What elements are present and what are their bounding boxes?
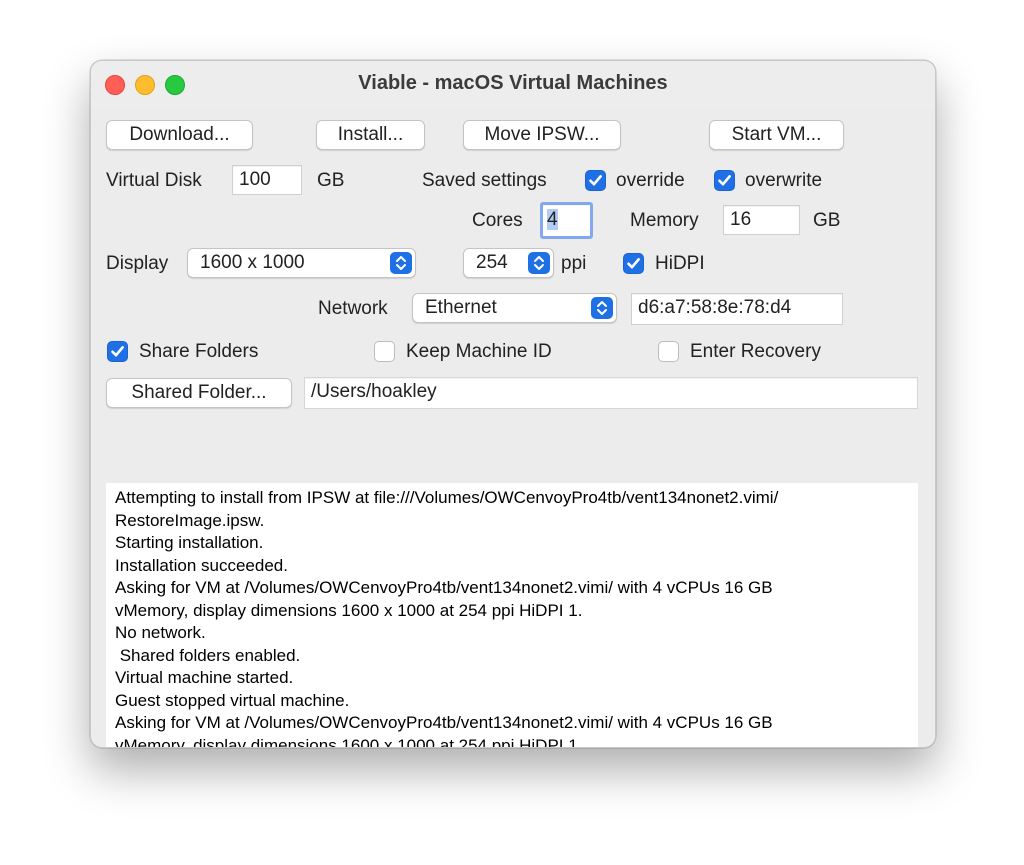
cores-field[interactable]: 4 (540, 202, 593, 239)
keep-machine-id-checkbox[interactable] (374, 341, 395, 362)
checkmark-icon (111, 346, 124, 357)
log-line: Asking for VM at /Volumes/OWCenvoyPro4tb… (115, 713, 773, 732)
override-label: override (616, 170, 685, 191)
checkmark-icon (718, 175, 731, 186)
memory-label: Memory (630, 210, 699, 231)
install-button[interactable]: Install... (316, 120, 425, 150)
virtual-disk-label: Virtual Disk (106, 170, 202, 191)
popup-arrows-icon (390, 252, 412, 274)
main-content: Download... Install... Move IPSW... Star… (91, 107, 935, 747)
virtual-disk-field[interactable]: 100 (232, 165, 302, 195)
log-line: RestoreImage.ipsw. (115, 510, 265, 530)
log-line: No network. (115, 623, 206, 642)
ppi-value: 254 (476, 252, 508, 273)
mac-address-field[interactable]: d6:a7:58:8e:78:d4 (631, 293, 843, 325)
memory-unit: GB (813, 210, 841, 231)
move-ipsw-button[interactable]: Move IPSW... (463, 120, 621, 150)
checkmark-icon (627, 258, 640, 269)
log-line: Attempting to install from IPSW at file:… (115, 488, 779, 507)
network-type-popup[interactable]: Ethernet (412, 293, 617, 323)
log-line: Installation succeeded. (115, 555, 288, 575)
log-text-view[interactable]: Attempting to install from IPSW at file:… (106, 483, 918, 748)
virtual-disk-unit: GB (317, 170, 345, 191)
log-line: Shared folders enabled. (115, 645, 301, 665)
shared-folder-path-field[interactable]: /Users/hoakley (304, 377, 918, 409)
ppi-popup[interactable]: 254 (463, 248, 554, 278)
overwrite-checkbox[interactable] (714, 170, 735, 191)
cores-value: 4 (547, 209, 558, 230)
start-vm-button[interactable]: Start VM... (709, 120, 844, 150)
enter-recovery-checkbox[interactable] (658, 341, 679, 362)
display-resolution-value: 1600 x 1000 (200, 252, 305, 273)
hidpi-label: HiDPI (655, 253, 705, 274)
ppi-unit: ppi (561, 253, 587, 274)
app-window: Viable - macOS Virtual Machines Download… (90, 60, 936, 748)
log-line: Virtual machine started. (115, 668, 294, 687)
log-line: vMemory, display dimensions 1600 x 1000 … (115, 735, 583, 748)
share-folders-label: Share Folders (139, 341, 259, 362)
title-bar[interactable]: Viable - macOS Virtual Machines (91, 61, 935, 108)
log-line: Asking for VM at /Volumes/OWCenvoyPro4tb… (115, 578, 773, 597)
cores-label: Cores (472, 210, 523, 231)
saved-settings-label: Saved settings (422, 170, 547, 191)
memory-field[interactable]: 16 (723, 205, 800, 235)
shared-folder-button[interactable]: Shared Folder... (106, 378, 292, 408)
network-type-value: Ethernet (425, 297, 497, 318)
share-folders-checkbox[interactable] (107, 341, 128, 362)
log-line: vMemory, display dimensions 1600 x 1000 … (115, 600, 583, 620)
checkmark-icon (589, 175, 602, 186)
popup-arrows-icon (528, 252, 550, 274)
network-label: Network (318, 298, 388, 319)
download-button[interactable]: Download... (106, 120, 253, 150)
window-title: Viable - macOS Virtual Machines (358, 72, 668, 94)
log-line: Starting installation. (115, 533, 264, 552)
log-line: Guest stopped virtual machine. (115, 690, 350, 710)
override-checkbox[interactable] (585, 170, 606, 191)
enter-recovery-label: Enter Recovery (690, 341, 821, 362)
display-label: Display (106, 253, 169, 274)
display-resolution-popup[interactable]: 1600 x 1000 (187, 248, 416, 278)
overwrite-label: overwrite (745, 170, 823, 191)
popup-arrows-icon (591, 297, 613, 319)
hidpi-checkbox[interactable] (623, 253, 644, 274)
keep-machine-id-label: Keep Machine ID (406, 341, 552, 362)
